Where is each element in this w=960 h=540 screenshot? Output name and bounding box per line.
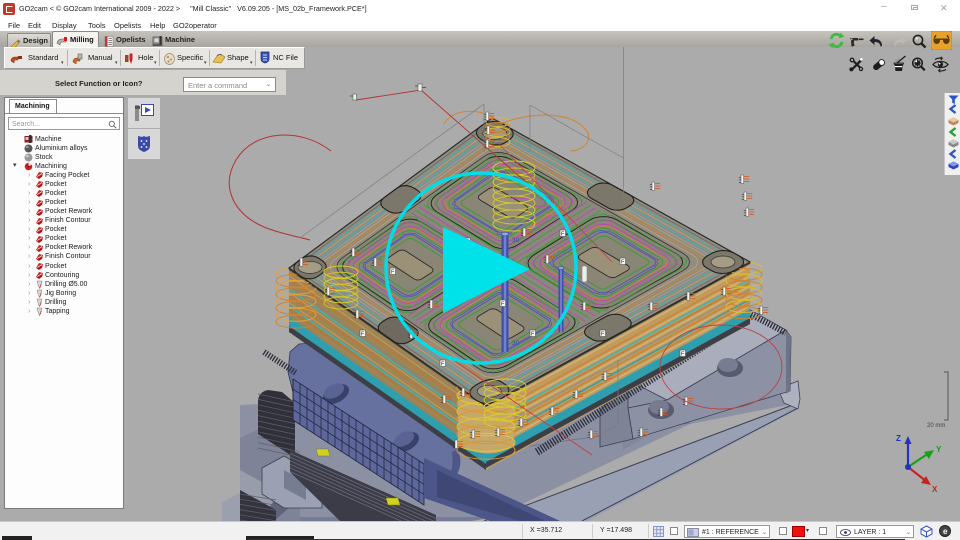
svg-text:Z: Z [896, 434, 901, 443]
svg-text:X: X [932, 485, 938, 494]
svg-text:Y: Y [936, 445, 942, 454]
svg-text:20 mm: 20 mm [927, 423, 945, 429]
svg-text:30: 30 [512, 237, 520, 244]
svg-text:30: 30 [512, 340, 520, 347]
